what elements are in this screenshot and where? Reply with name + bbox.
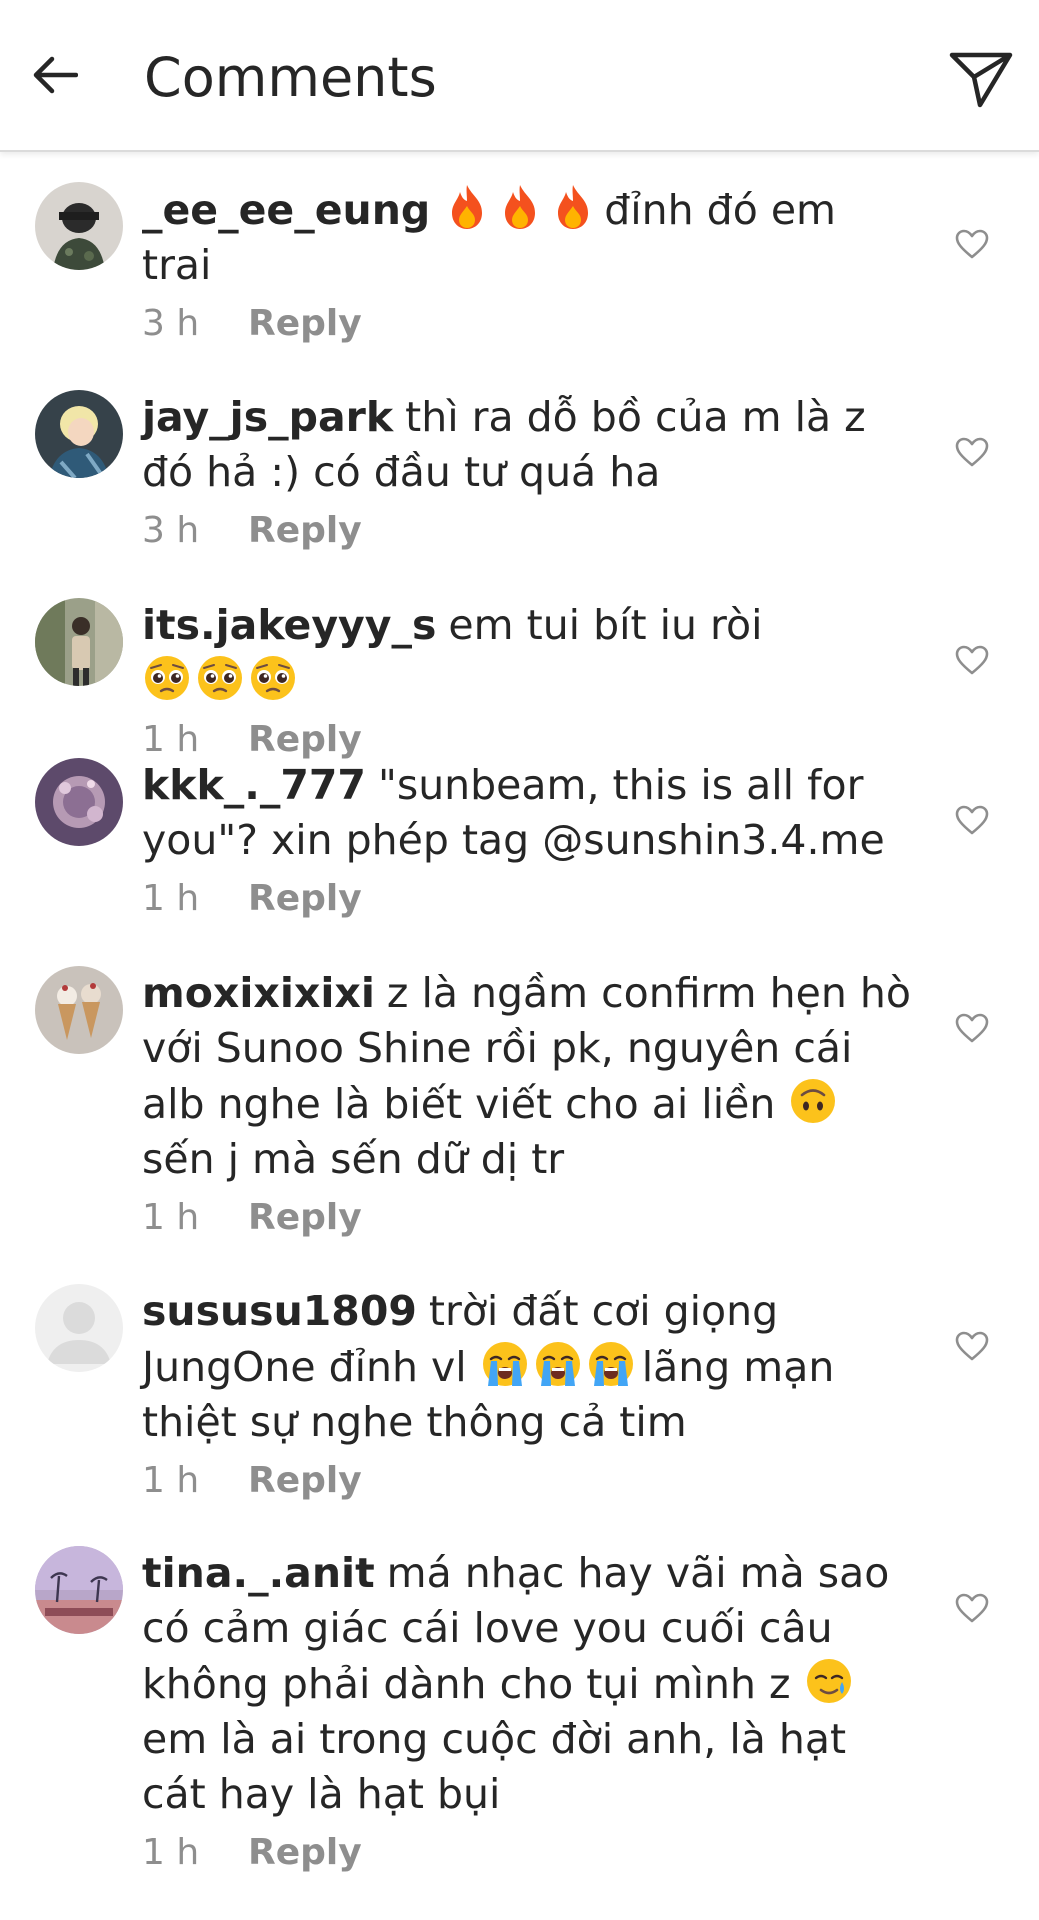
page-title: Comments: [144, 46, 437, 109]
pleading-face-icon: [145, 656, 189, 700]
loudly-crying-face-icon: [535, 1342, 580, 1386]
fire-icon: [505, 185, 536, 229]
reply-button[interactable]: Reply: [248, 299, 362, 349]
heart-icon: [955, 1331, 989, 1361]
heart-icon: [955, 229, 989, 259]
comment-meta: 1 h Reply: [142, 1456, 912, 1506]
pleading-face-icon: [251, 656, 295, 700]
avatar[interactable]: [35, 182, 123, 270]
loudly-crying-face-icon: [482, 1342, 527, 1386]
comment-meta: 3 h Reply: [142, 506, 912, 556]
avatar[interactable]: [35, 966, 123, 1054]
comment-body: em tui bít iu ròi: [448, 601, 763, 649]
avatar[interactable]: [35, 390, 123, 478]
like-button[interactable]: [952, 1326, 992, 1366]
comment-username[interactable]: jay_js_park: [142, 393, 393, 441]
reply-button[interactable]: Reply: [248, 1828, 362, 1878]
avatar[interactable]: [35, 598, 123, 686]
comment-username[interactable]: kkk_._777: [142, 761, 366, 809]
back-button[interactable]: [26, 46, 84, 104]
comment-time: 1 h: [142, 1460, 200, 1501]
heart-icon: [955, 1593, 989, 1623]
comment-time: 1 h: [142, 1197, 200, 1238]
comment-meta: 1 h Reply: [142, 874, 912, 924]
comment-text: moxixixixi z là ngầm confirm hẹn hò với S…: [142, 966, 912, 1187]
heart-icon: [955, 805, 989, 835]
smiling-face-with-tear-icon: [806, 1659, 851, 1703]
share-button[interactable]: [945, 46, 1017, 112]
like-button[interactable]: [952, 640, 992, 680]
arrow-left-icon: [33, 56, 78, 94]
heart-icon: [955, 1013, 989, 1043]
avatar[interactable]: [35, 758, 123, 846]
comment-time: 1 h: [142, 1832, 200, 1873]
avatar[interactable]: [35, 1546, 123, 1634]
heart-icon: [955, 437, 989, 467]
comment-time: 3 h: [142, 303, 200, 344]
reply-button[interactable]: Reply: [248, 874, 362, 924]
like-button[interactable]: [952, 224, 992, 264]
comment-username[interactable]: _ee_ee_eung: [142, 186, 430, 234]
like-button[interactable]: [952, 432, 992, 472]
reply-button[interactable]: Reply: [248, 1193, 362, 1243]
upside-down-face-icon: [791, 1079, 836, 1123]
top-app-bar: Comments: [0, 0, 1039, 152]
heart-icon: [955, 645, 989, 675]
comment-text: _ee_ee_eung đỉnh đó em trai: [142, 182, 912, 293]
avatar[interactable]: [35, 1284, 123, 1372]
comment-text: jay_js_park thì ra dỗ bồ của m là z đó hả…: [142, 390, 912, 500]
reply-button[interactable]: Reply: [248, 1456, 362, 1506]
comment-meta: 3 h Reply: [142, 299, 912, 349]
comment-time: 3 h: [142, 510, 200, 551]
comment-username[interactable]: its.jakeyyy_s: [142, 601, 436, 649]
comment-text: sususu1809 trời đất cơi giọng JungOne đỉn…: [142, 1284, 912, 1450]
comments-screen: Comments _ee_ee_eung đỉnh đó em trai 3 h…: [0, 0, 1039, 1920]
like-button[interactable]: [952, 1008, 992, 1048]
like-button[interactable]: [952, 800, 992, 840]
fire-icon: [558, 185, 589, 229]
comment-meta: 1 h Reply: [142, 1828, 912, 1878]
like-button[interactable]: [952, 1588, 992, 1628]
fire-icon: [452, 185, 483, 229]
comment-time: 1 h: [142, 878, 200, 919]
comment-body-continued: em là ai trong cuộc đời anh, là hạt cát …: [142, 1715, 847, 1818]
comment-body-continued: sến j mà sến dữ dị tr: [142, 1135, 565, 1183]
comment-text: tina._.anit má nhạc hay vãi mà sao có cảm…: [142, 1546, 912, 1822]
loudly-crying-face-icon: [588, 1342, 633, 1386]
pleading-face-icon: [198, 656, 242, 700]
reply-button[interactable]: Reply: [248, 506, 362, 556]
comment-text: its.jakeyyy_s em tui bít iu ròi: [142, 598, 912, 709]
paper-plane-icon: [949, 52, 1013, 108]
comment-username[interactable]: tina._.anit: [142, 1549, 375, 1597]
comment-meta: 1 h Reply: [142, 1193, 912, 1243]
comment-username[interactable]: sususu1809: [142, 1287, 417, 1335]
comment-text: kkk_._777 "sunbeam, this is all for you"?…: [142, 758, 912, 868]
comment-username[interactable]: moxixixixi: [142, 969, 375, 1017]
